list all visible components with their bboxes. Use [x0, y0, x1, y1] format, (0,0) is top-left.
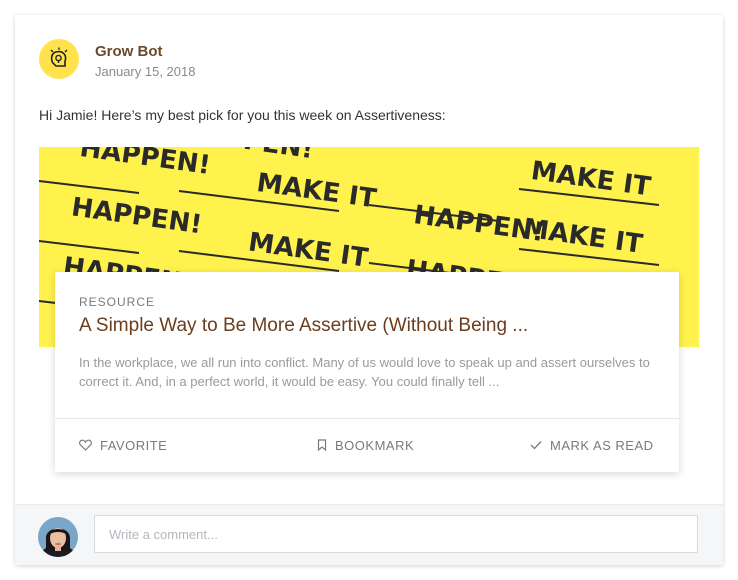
favorite-label: FAVORITE — [100, 437, 168, 453]
user-photo — [38, 517, 78, 557]
comment-bar — [15, 504, 723, 565]
favorite-button[interactable]: FAVORITE — [79, 437, 167, 453]
heart-icon — [79, 439, 92, 451]
bookmark-button[interactable]: BOOKMARK — [317, 437, 414, 453]
feed-post-card: Grow Bot January 15, 2018 Hi Jamie! Here… — [15, 15, 723, 565]
banner-text: MAKE IT — [521, 213, 645, 259]
bookmark-label: BOOKMARK — [335, 437, 415, 453]
lightbulb-head-icon — [50, 47, 68, 67]
resource-title[interactable]: A Simple Way to Be More Assertive (Witho… — [79, 315, 659, 337]
post-message: Hi Jamie! Here’s my best pick for you th… — [39, 107, 446, 123]
banner-text: HAPPEN! — [78, 147, 212, 181]
banner-text: MAKE IT — [529, 156, 653, 202]
sender-name[interactable]: Grow Bot — [95, 43, 163, 60]
mark-as-read-label: MARK AS READ — [550, 437, 654, 453]
bookmark-icon — [317, 439, 327, 451]
resource-card[interactable]: RESOURCE A Simple Way to Be More Asserti… — [55, 272, 679, 472]
banner-text: HAPPEN! — [70, 192, 204, 240]
mark-as-read-button[interactable]: MARK AS READ — [530, 437, 654, 453]
comment-input[interactable] — [94, 515, 698, 553]
resource-type-label: RESOURCE — [79, 295, 156, 309]
check-icon — [530, 441, 542, 450]
avatar — [38, 517, 78, 557]
resource-description: In the workplace, we all run into confli… — [79, 355, 650, 389]
post-date: January 15, 2018 — [95, 64, 196, 79]
bot-avatar — [39, 39, 79, 79]
divider — [55, 418, 679, 419]
